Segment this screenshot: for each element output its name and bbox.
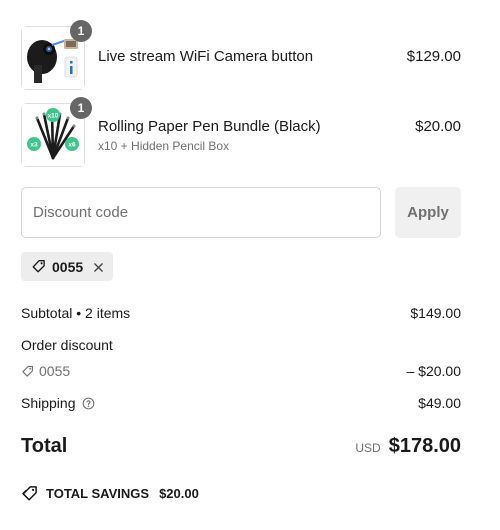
subtotal-value: $149.00 — [410, 305, 461, 321]
quantity-badge: 1 — [70, 20, 92, 42]
applied-discount-code: 0055 — [52, 258, 84, 275]
close-icon[interactable] — [93, 262, 104, 273]
order-discount-code: 0055 — [39, 363, 71, 379]
product-name: Rolling Paper Pen Bundle (Black) — [98, 118, 321, 135]
order-discount-value: – $20.00 — [406, 363, 462, 379]
tag-icon — [22, 365, 33, 377]
order-discount-label: Order discount — [21, 337, 113, 353]
product-thumbnail: x10 x3 x6 1 — [21, 97, 92, 167]
apply-discount-button[interactable]: Apply — [395, 187, 461, 238]
total-savings-label: TOTAL SAVINGS — [46, 486, 150, 501]
product-thumbnail: 1 — [21, 20, 92, 90]
tag-icon — [32, 260, 45, 273]
product-name: Live stream WiFi Camera button — [98, 48, 314, 65]
applied-discount-chip: 0055 — [21, 252, 114, 281]
order-discount-code-row: 0055 – $20.00 — [21, 363, 461, 383]
currency-code: USD — [355, 441, 381, 455]
shipping-row: Shipping $49.00 — [21, 395, 461, 415]
total-savings-value: $20.00 — [159, 486, 199, 501]
shipping-label: Shipping — [21, 395, 76, 411]
order-discount-row: Order discount — [21, 337, 461, 357]
total-label: Total — [21, 435, 68, 457]
subtotal-label: Subtotal • 2 items — [21, 305, 131, 321]
total-savings: TOTAL SAVINGS $20.00 — [21, 485, 199, 502]
subtotal-row: Subtotal • 2 items $149.00 — [21, 305, 461, 325]
quantity-badge: 1 — [70, 97, 92, 119]
badge-x10: x10 — [48, 113, 59, 120]
line-item: 1 Live stream WiFi Camera button $129.00 — [21, 20, 461, 90]
shipping-value: $49.00 — [418, 395, 461, 411]
product-variant: x10 + Hidden Pencil Box — [98, 139, 230, 153]
total-amount: $178.00 — [388, 435, 461, 457]
product-price: $129.00 — [406, 48, 461, 65]
total-value-group: USD $178.00 — [355, 435, 461, 458]
product-price: $20.00 — [415, 118, 461, 135]
help-circle-icon[interactable] — [82, 397, 95, 410]
badge-x3: x3 — [30, 142, 38, 149]
line-item: x10 x3 x6 1 Rolling Paper Pen Bundle (Bl… — [21, 97, 461, 167]
tag-icon — [22, 486, 37, 501]
badge-x6: x6 — [68, 142, 76, 149]
discount-code-input[interactable] — [21, 187, 381, 238]
remove-discount-button[interactable] — [93, 260, 104, 274]
